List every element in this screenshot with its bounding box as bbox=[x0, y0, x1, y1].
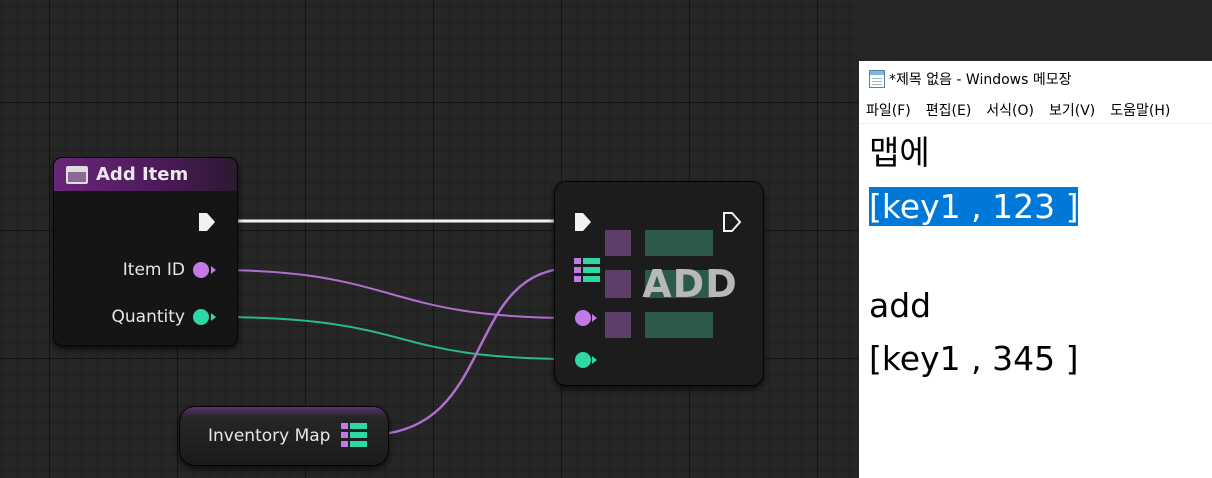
map-wire bbox=[365, 266, 575, 437]
map-value-cell bbox=[645, 312, 713, 338]
exec-out-pin-icon[interactable] bbox=[197, 211, 217, 233]
quantity-pin-label: Quantity bbox=[111, 307, 185, 327]
text-line: [key1 , 345 ] bbox=[869, 339, 1079, 378]
menu-edit[interactable]: 편집(E) bbox=[926, 100, 972, 120]
notepad-icon bbox=[869, 70, 885, 88]
map-add-node[interactable]: ADD bbox=[554, 181, 764, 386]
map-add-node-title: ADD bbox=[642, 262, 738, 306]
item-id-pin-arrow-icon bbox=[211, 266, 216, 274]
item-id-wire bbox=[213, 269, 575, 319]
notepad-menu-bar: 파일(F) 편집(E) 서식(O) 보기(V) 도움말(H) bbox=[859, 97, 1212, 124]
text-line-selected: [key1 , 123 ] bbox=[869, 187, 1079, 227]
quantity-pin[interactable] bbox=[193, 309, 209, 325]
inventory-map-variable-node[interactable]: Inventory Map bbox=[179, 406, 389, 466]
selected-text: [key1 , 123 ] bbox=[869, 187, 1079, 226]
menu-file[interactable]: 파일(F) bbox=[866, 100, 911, 120]
inventory-map-label: Inventory Map bbox=[208, 426, 331, 446]
exec-out-pin-icon[interactable] bbox=[722, 211, 744, 233]
add-item-node-header[interactable]: Add Item bbox=[54, 158, 237, 191]
menu-help[interactable]: 도움말(H) bbox=[1110, 100, 1170, 120]
quantity-wire bbox=[213, 316, 575, 360]
map-key-cell bbox=[605, 230, 631, 256]
text-line: 맵에 bbox=[869, 133, 930, 172]
key-input-pin-arrow-icon bbox=[592, 314, 597, 322]
item-id-pin[interactable] bbox=[193, 262, 209, 278]
map-key-cell bbox=[605, 312, 631, 338]
notepad-window[interactable]: *제목 없음 - Windows 메모장 파일(F) 편집(E) 서식(O) 보… bbox=[859, 61, 1212, 478]
add-item-node[interactable]: Add Item Item ID Quantity bbox=[53, 157, 238, 346]
menu-format[interactable]: 서식(O) bbox=[986, 100, 1034, 120]
value-input-pin[interactable] bbox=[575, 352, 591, 368]
exec-in-pin-icon[interactable] bbox=[573, 211, 595, 233]
notepad-title-bar[interactable]: *제목 없음 - Windows 메모장 bbox=[859, 61, 1212, 97]
value-input-pin-arrow-icon bbox=[592, 356, 597, 364]
quantity-pin-arrow-icon bbox=[211, 313, 216, 321]
add-item-node-title: Add Item bbox=[96, 164, 189, 185]
function-icon bbox=[66, 165, 88, 184]
item-id-pin-label: Item ID bbox=[122, 260, 185, 280]
blueprint-graph[interactable]: Add Item Item ID Quantity ADD Inventory … bbox=[0, 0, 859, 478]
map-pin-icon[interactable] bbox=[341, 423, 367, 449]
menu-view[interactable]: 보기(V) bbox=[1049, 100, 1095, 120]
map-value-cell bbox=[645, 230, 713, 256]
map-pin-icon[interactable] bbox=[574, 258, 600, 284]
text-line: add bbox=[869, 286, 932, 325]
key-input-pin[interactable] bbox=[575, 310, 591, 326]
notepad-title: *제목 없음 - Windows 메모장 bbox=[889, 72, 1072, 88]
